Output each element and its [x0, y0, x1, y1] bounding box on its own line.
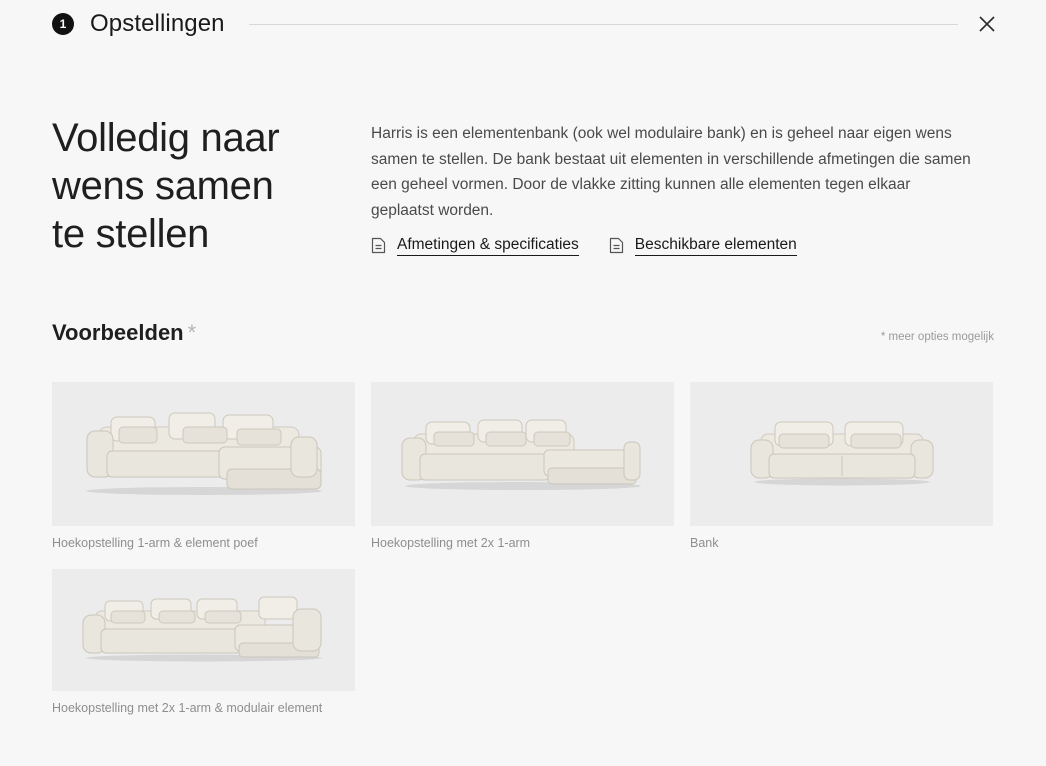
sofa-image — [690, 382, 993, 526]
close-icon — [979, 16, 995, 32]
intro-description: Harris is een elementenbank (ook wel mod… — [371, 125, 971, 219]
example-caption: Hoekopstelling met 2x 1-arm — [371, 536, 531, 550]
example-card[interactable]: Hoekopstelling met 2x 1-arm & modulair e… — [52, 569, 355, 715]
intro-heading-line: Volledig naar — [52, 116, 280, 160]
examples-heading: Voorbeelden * — [52, 320, 196, 346]
intro-heading-line: wens samen — [52, 164, 274, 208]
dimensions-specs-link[interactable]: Afmetingen & specificaties — [371, 236, 579, 256]
document-icon — [609, 237, 625, 255]
dimensions-specs-label: Afmetingen & specificaties — [397, 236, 579, 256]
examples-asterisk: * — [187, 320, 197, 345]
sofa-image — [371, 382, 674, 526]
section-title: Opstellingen — [90, 10, 225, 37]
example-card[interactable]: Bank — [690, 382, 993, 550]
example-card[interactable]: Hoekopstelling met 2x 1-arm — [371, 382, 674, 550]
intro-heading-line: te stellen — [52, 212, 210, 256]
example-caption: Bank — [690, 536, 719, 550]
step-number-badge: 1 — [52, 13, 74, 35]
document-icon — [371, 237, 387, 255]
header-divider — [248, 23, 958, 25]
intro-heading: Volledig naar wens samen te stellen — [52, 114, 342, 258]
available-elements-link[interactable]: Beschikbare elementen — [609, 236, 797, 256]
example-caption: Hoekopstelling met 2x 1-arm & modulair e… — [52, 701, 323, 715]
examples-title: Voorbeelden — [52, 320, 184, 345]
close-button[interactable] — [978, 15, 996, 33]
example-card[interactable]: Hoekopstelling 1-arm & element poef — [52, 382, 355, 550]
available-elements-label: Beschikbare elementen — [634, 236, 797, 256]
sofa-image — [52, 382, 355, 526]
more-options-note: * meer opties mogelijk — [880, 331, 994, 343]
configurator-header: 1 Opstellingen — [52, 10, 996, 38]
document-links: Afmetingen & specificaties Beschikbare e… — [371, 236, 797, 256]
example-caption: Hoekopstelling 1-arm & element poef — [52, 536, 258, 550]
sofa-image — [52, 569, 355, 691]
